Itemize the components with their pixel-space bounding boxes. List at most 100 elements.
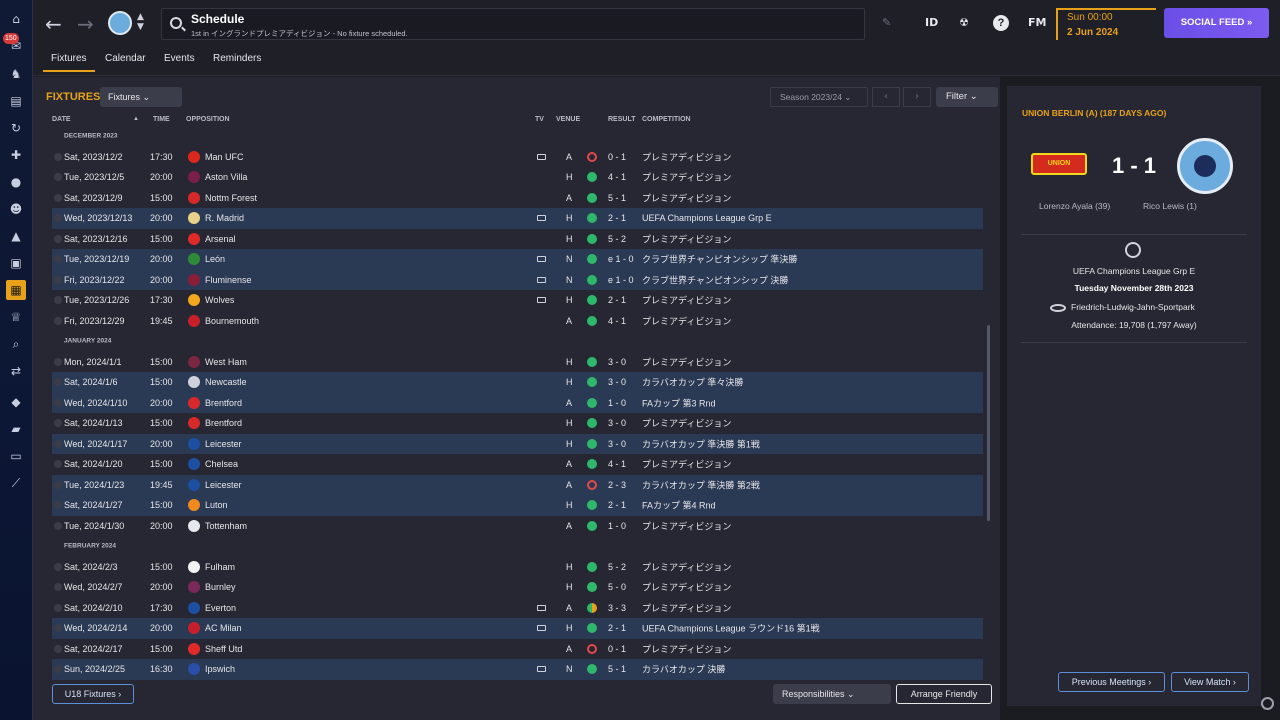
fixture-row[interactable]: Wed, 2023/12/13 20:00 R. Madrid H 2 - 1 UEFA … bbox=[52, 208, 983, 229]
view-match-button[interactable]: View Match › bbox=[1171, 672, 1249, 692]
result-score[interactable]: 2 - 1 bbox=[608, 213, 626, 223]
result-score[interactable]: 3 - 0 bbox=[608, 377, 626, 387]
fixture-row[interactable]: Sat, 2024/2/17 15:00 Sheff Utd A 0 - 1 プレミアディ… bbox=[52, 639, 983, 660]
opposition-name[interactable]: West Ham bbox=[205, 357, 247, 367]
row-select-dot-icon[interactable] bbox=[54, 419, 62, 428]
row-select-dot-icon[interactable] bbox=[54, 173, 62, 182]
result-score[interactable]: 4 - 1 bbox=[608, 172, 626, 182]
opposition-name[interactable]: Leicester bbox=[205, 439, 242, 449]
opposition-name[interactable]: Sheff Utd bbox=[205, 644, 242, 654]
row-select-dot-icon[interactable] bbox=[54, 316, 62, 325]
opposition-name[interactable]: Chelsea bbox=[205, 459, 238, 469]
opposition-name[interactable]: Tottenham bbox=[205, 521, 247, 531]
home-icon[interactable]: ⌂ bbox=[6, 9, 26, 29]
col-time[interactable]: TIME bbox=[153, 116, 170, 123]
id-button[interactable]: ID bbox=[925, 16, 938, 29]
competition[interactable]: プレミアディビジョン bbox=[642, 417, 731, 430]
notification-icon[interactable] bbox=[1261, 697, 1274, 710]
row-select-dot-icon[interactable] bbox=[54, 275, 62, 284]
opposition-name[interactable]: Everton bbox=[205, 603, 236, 613]
game-date[interactable]: Sun 00:00 2 Jun 2024 bbox=[1056, 8, 1156, 40]
forward-arrow-icon[interactable]: → bbox=[77, 12, 94, 36]
competition[interactable]: プレミアディビジョン bbox=[642, 150, 731, 163]
data-hub-icon[interactable]: ● bbox=[6, 172, 26, 192]
result-score[interactable]: 2 - 1 bbox=[608, 295, 626, 305]
fixture-row[interactable]: Tue, 2023/12/19 20:00 León Ne 1 - 0 クラブ世界チャン… bbox=[52, 249, 983, 270]
row-select-dot-icon[interactable] bbox=[54, 480, 62, 489]
competitions-icon[interactable]: ♕ bbox=[6, 307, 26, 327]
result-score[interactable]: e 1 - 0 bbox=[608, 275, 634, 285]
col-date[interactable]: DATE bbox=[52, 116, 71, 123]
editor-icon[interactable]: ⟋ bbox=[6, 473, 26, 493]
opposition-name[interactable]: Ipswich bbox=[205, 664, 235, 674]
row-select-dot-icon[interactable] bbox=[54, 562, 62, 571]
finances-icon[interactable]: ▣ bbox=[6, 253, 26, 273]
scouting-icon[interactable]: ⌕ bbox=[6, 334, 26, 354]
fixture-row[interactable]: Sat, 2024/1/20 15:00 Chelsea A 4 - 1 プレミアディビジ… bbox=[52, 454, 983, 475]
opposition-name[interactable]: Fulham bbox=[205, 562, 235, 572]
fixture-row[interactable]: Fri, 2023/12/22 20:00 Fluminense Ne 1 - 0 クラ… bbox=[52, 269, 983, 290]
result-score[interactable]: e 1 - 0 bbox=[608, 254, 634, 264]
prev-season-button[interactable]: ‹ bbox=[872, 87, 900, 107]
row-select-dot-icon[interactable] bbox=[54, 357, 62, 366]
club-vision-icon[interactable]: ▲ bbox=[6, 226, 26, 246]
club-info-icon[interactable]: ◆ bbox=[6, 392, 26, 412]
fixture-row[interactable]: Sun, 2024/2/25 16:30 Ipswich N 5 - 1 カラバオカップ … bbox=[52, 659, 983, 680]
result-score[interactable]: 2 - 1 bbox=[608, 623, 626, 633]
competition[interactable]: カラバオカップ 準決勝 第2戦 bbox=[642, 478, 760, 491]
tactics-icon[interactable]: ▤ bbox=[6, 91, 26, 111]
fixture-row[interactable]: Sat, 2024/1/27 15:00 Luton H 2 - 1 FAカップ 第4 R… bbox=[52, 495, 983, 516]
competition[interactable]: プレミアディビジョン bbox=[642, 560, 731, 573]
competition[interactable]: カラバオカップ 決勝 bbox=[642, 663, 725, 676]
opposition-name[interactable]: Wolves bbox=[205, 295, 234, 305]
fixture-row[interactable]: Wed, 2024/1/10 20:00 Brentford A 1 - 0 FAカップ … bbox=[52, 392, 983, 413]
opposition-name[interactable]: Arsenal bbox=[205, 234, 236, 244]
help-icon[interactable]: ? bbox=[993, 15, 1009, 31]
col-opposition[interactable]: OPPOSITION bbox=[186, 116, 230, 123]
fixture-row[interactable]: Tue, 2023/12/5 20:00 Aston Villa H 4 - 1 プレミア… bbox=[52, 167, 983, 188]
row-select-dot-icon[interactable] bbox=[54, 234, 62, 243]
row-select-dot-icon[interactable] bbox=[54, 460, 62, 469]
competition[interactable]: FAカップ 第4 Rnd bbox=[642, 499, 716, 512]
opposition-name[interactable]: Burnley bbox=[205, 582, 236, 592]
opposition-name[interactable]: León bbox=[205, 254, 225, 264]
result-score[interactable]: 0 - 1 bbox=[608, 644, 626, 654]
row-select-dot-icon[interactable] bbox=[54, 255, 62, 264]
competition[interactable]: UEFA Champions League Grp E bbox=[642, 213, 772, 223]
fixture-row[interactable]: Wed, 2024/1/17 20:00 Leicester H 3 - 0 カラバオカッ… bbox=[52, 433, 983, 454]
fixture-row[interactable]: Sat, 2023/12/2 17:30 Man UFC A 0 - 1 プレミアディビジ… bbox=[52, 147, 983, 168]
back-arrow-icon[interactable]: ← bbox=[45, 12, 62, 36]
col-tv[interactable]: TV bbox=[535, 116, 544, 123]
fixture-row[interactable]: Tue, 2023/12/26 17:30 Wolves H 2 - 1 プレミアディビジ… bbox=[52, 290, 983, 311]
sort-icon[interactable]: ▲ bbox=[133, 116, 139, 122]
tab-fixtures[interactable]: Fixtures bbox=[43, 53, 95, 72]
medical-icon[interactable]: ✚ bbox=[6, 145, 26, 165]
competition[interactable]: プレミアディビジョン bbox=[642, 294, 731, 307]
away-team-badge[interactable] bbox=[1177, 138, 1233, 194]
row-select-dot-icon[interactable] bbox=[54, 398, 62, 407]
fixture-row[interactable]: Sat, 2023/12/16 15:00 Arsenal H 5 - 2 プレミアディビ… bbox=[52, 229, 983, 250]
fixture-row[interactable]: Tue, 2024/1/30 20:00 Tottenham A 1 - 0 プレミアディ… bbox=[52, 516, 983, 537]
fm-menu-button[interactable]: FM bbox=[1028, 16, 1046, 29]
competition[interactable]: プレミアディビジョン bbox=[642, 171, 731, 184]
result-score[interactable]: 3 - 0 bbox=[608, 357, 626, 367]
opposition-name[interactable]: Aston Villa bbox=[205, 172, 247, 182]
row-select-dot-icon[interactable] bbox=[54, 665, 62, 674]
result-score[interactable]: 5 - 0 bbox=[608, 582, 626, 592]
competition[interactable]: プレミアディビジョン bbox=[642, 232, 731, 245]
transfers-icon[interactable]: ⇄ bbox=[6, 361, 26, 381]
previous-meetings-button[interactable]: Previous Meetings › bbox=[1058, 672, 1165, 692]
result-score[interactable]: 4 - 1 bbox=[608, 316, 626, 326]
search-box[interactable]: Schedule 1st in イングランドプレミアディビジョン - No fi… bbox=[161, 8, 865, 40]
schedule-icon[interactable]: ▦ bbox=[6, 280, 26, 300]
opposition-name[interactable]: Nottm Forest bbox=[205, 193, 257, 203]
arrange-friendly-button[interactable]: Arrange Friendly bbox=[896, 684, 992, 704]
dev-centre-icon[interactable]: ▰ bbox=[6, 419, 26, 439]
row-select-dot-icon[interactable] bbox=[54, 583, 62, 592]
next-season-button[interactable]: › bbox=[903, 87, 931, 107]
result-score[interactable]: 2 - 1 bbox=[608, 500, 626, 510]
competition[interactable]: クラブ世界チャンピオンシップ 準決勝 bbox=[642, 253, 797, 266]
row-select-dot-icon[interactable] bbox=[54, 624, 62, 633]
result-score[interactable]: 3 - 0 bbox=[608, 418, 626, 428]
staff-icon[interactable]: ☻ bbox=[6, 199, 26, 219]
